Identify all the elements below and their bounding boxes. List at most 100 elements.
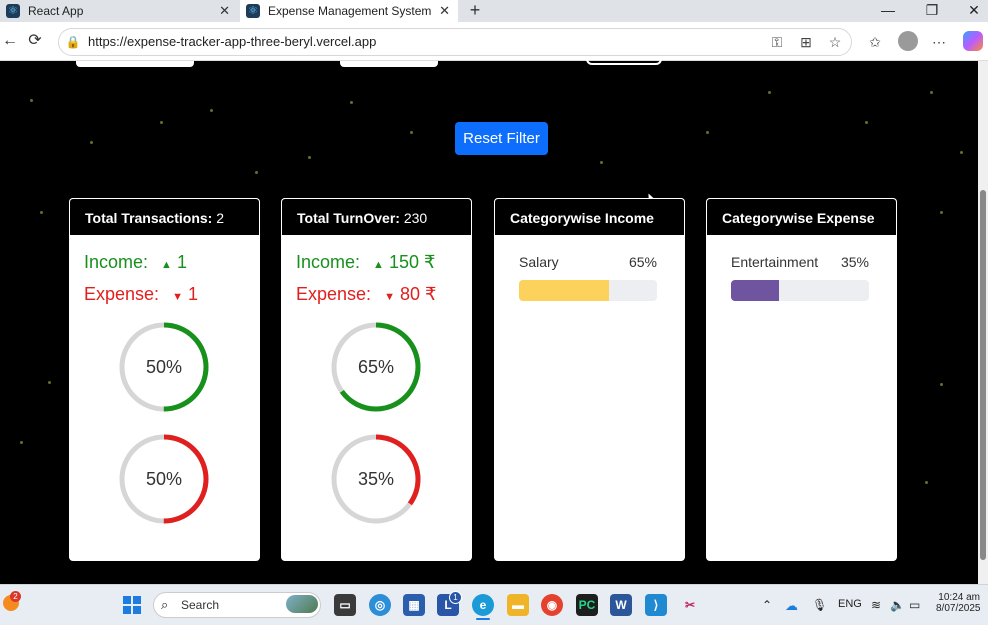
- expense-label: Expense:: [84, 284, 160, 304]
- file-explorer-icon[interactable]: ▬: [507, 594, 529, 616]
- caret-up-icon: ▲: [373, 259, 384, 271]
- store-icon[interactable]: ▦: [403, 594, 425, 616]
- income-progress-ring: 50%: [119, 322, 209, 412]
- favorite-star-icon[interactable]: ☆: [826, 33, 844, 51]
- active-app-indicator: [476, 618, 490, 620]
- chrome-icon[interactable]: ◉: [541, 594, 563, 616]
- word-icon[interactable]: W: [610, 594, 632, 616]
- income-percent-label: 65%: [357, 357, 395, 377]
- expense-progress-ring: 35%: [331, 434, 421, 524]
- react-icon: ⚛: [6, 4, 20, 18]
- category-row: Salary 65%: [519, 254, 657, 270]
- category-percent: 65%: [628, 254, 657, 270]
- income-line: Income: ▲ 1: [84, 252, 187, 273]
- refresh-icon[interactable]: ⟳: [25, 31, 45, 51]
- card-header: Total Transactions: 2: [69, 198, 260, 236]
- volume-icon[interactable]: 🔈: [890, 598, 905, 612]
- rupee-icon: ₹: [425, 284, 437, 304]
- close-tab-icon[interactable]: ✕: [219, 3, 230, 19]
- category-income-card: Categorywise Income Salary 65%: [494, 198, 685, 561]
- task-view-icon[interactable]: ▭: [334, 594, 356, 616]
- notification-badge: 2: [10, 591, 21, 602]
- search-icon: ⌕: [161, 597, 169, 612]
- card-title: Total TurnOver:: [297, 210, 400, 226]
- clock-date: 8/07/2025: [936, 603, 981, 614]
- category-name: Salary: [519, 254, 559, 270]
- search-highlight-image: [286, 595, 318, 613]
- vscode-icon[interactable]: ⟩: [645, 594, 667, 616]
- income-progress-ring: 65%: [331, 322, 421, 412]
- reset-filter-button[interactable]: Reset Filter: [455, 122, 548, 155]
- site-info-icon[interactable]: 🔒: [64, 33, 82, 51]
- caret-down-icon: ▼: [384, 291, 395, 303]
- url-text[interactable]: https://expense-tracker-app-three-beryl.…: [88, 34, 376, 49]
- expense-progress-ring: 50%: [119, 434, 209, 524]
- rupee-icon: ₹: [424, 252, 436, 272]
- category-progress-fill: [519, 280, 609, 301]
- language-indicator[interactable]: ENG: [838, 598, 862, 610]
- category-progress-bar: [731, 280, 869, 301]
- start-windows-icon[interactable]: [123, 596, 141, 614]
- tab-title: Expense Management System: [268, 4, 432, 18]
- close-tab-icon[interactable]: ✕: [439, 3, 450, 19]
- category-name: Entertainment: [731, 254, 819, 270]
- search-label: Search: [181, 598, 220, 612]
- caret-down-icon: ▼: [172, 291, 183, 303]
- clock[interactable]: 10:24 am 8/07/2025: [936, 592, 981, 614]
- turnover-total: 230: [403, 210, 428, 226]
- wifi-icon[interactable]: ≋: [871, 598, 881, 612]
- scrollbar-thumb[interactable]: [980, 190, 986, 560]
- new-tab-button[interactable]: +: [466, 0, 484, 22]
- total-turnover-card: Total TurnOver: 230 Income: ▲ 150 ₹ Expe…: [281, 198, 472, 561]
- microphone-icon[interactable]: 🎙: [812, 598, 827, 612]
- card-header: Total TurnOver: 230: [281, 198, 472, 236]
- income-label: Income:: [84, 252, 149, 272]
- income-amount: 150: [388, 252, 419, 272]
- clock-time: 10:24 am: [938, 592, 980, 603]
- back-icon[interactable]: ←: [0, 31, 20, 51]
- snipping-tool-icon[interactable]: ✂: [679, 594, 701, 616]
- transaction-count: 2: [216, 210, 225, 226]
- filter-control[interactable]: [76, 61, 194, 67]
- filter-control[interactable]: [340, 61, 438, 67]
- react-icon: ⚛: [246, 4, 260, 18]
- pycharm-icon[interactable]: PC: [576, 594, 598, 616]
- income-count: 1: [176, 252, 187, 272]
- total-transactions-card: Total Transactions: 2 Income: ▲ 1 Expens…: [69, 198, 260, 561]
- key-icon[interactable]: ⚿: [768, 33, 786, 51]
- profile-avatar[interactable]: [898, 31, 918, 51]
- income-label: Income:: [296, 252, 361, 272]
- caret-up-icon: ▲: [161, 259, 172, 271]
- expense-line: Expense: ▼ 1: [84, 284, 198, 305]
- battery-icon[interactable]: ▭: [909, 598, 920, 612]
- expense-label: Expense:: [296, 284, 372, 304]
- close-window-button[interactable]: ✕: [954, 0, 988, 22]
- show-hidden-icons-chevron-icon[interactable]: ⌃: [762, 598, 772, 612]
- card-title: Categorywise Income: [494, 198, 685, 236]
- expense-count: 1: [187, 284, 198, 304]
- income-line: Income: ▲ 150 ₹: [296, 252, 435, 273]
- expense-percent-label: 35%: [357, 469, 395, 489]
- income-percent-label: 50%: [145, 357, 183, 377]
- tab-title: React App: [28, 4, 84, 18]
- copilot-icon[interactable]: [963, 31, 983, 51]
- more-menu-icon[interactable]: ⋯: [930, 33, 948, 51]
- tab-react-app[interactable]: ⚛ React App ✕: [0, 0, 238, 22]
- onedrive-cloud-icon[interactable]: ☁: [785, 598, 798, 614]
- card-title: Total Transactions:: [85, 210, 213, 226]
- app-badge: 1: [449, 591, 462, 604]
- edge-browser-icon[interactable]: e: [472, 594, 494, 616]
- category-row: Entertainment 35%: [731, 254, 869, 270]
- favorites-icon[interactable]: ✩: [866, 33, 884, 51]
- restore-button[interactable]: ❐: [912, 0, 952, 22]
- apps-icon[interactable]: ⊞: [797, 33, 815, 51]
- card-title: Categorywise Expense: [706, 198, 897, 236]
- tab-expense-management[interactable]: ⚛ Expense Management System ✕: [240, 0, 458, 22]
- expense-line: Expense: ▼ 80 ₹: [296, 284, 436, 305]
- view-toggle-control[interactable]: [586, 57, 662, 65]
- category-progress-fill: [731, 280, 780, 301]
- widgets-icon[interactable]: ◎: [369, 594, 391, 616]
- category-expense-card: Categorywise Expense Entertainment 35%: [706, 198, 897, 561]
- expense-percent-label: 50%: [145, 469, 183, 489]
- minimize-button[interactable]: —: [868, 0, 908, 22]
